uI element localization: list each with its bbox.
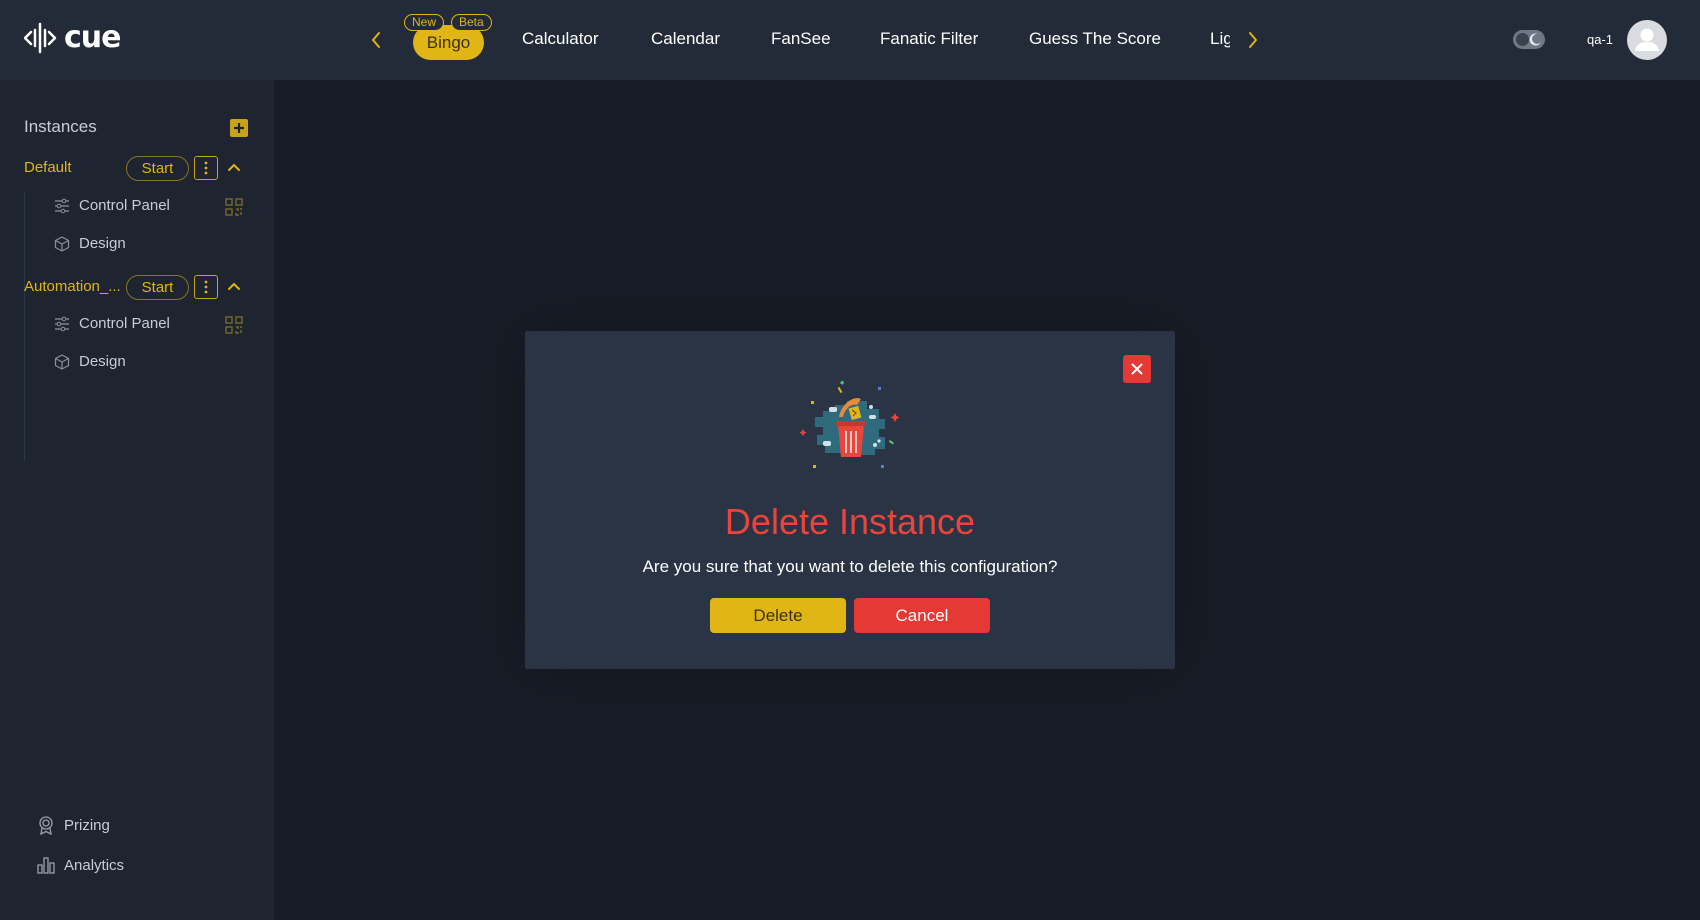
delete-dialog: Delete Instance Are you sure that you wa… (525, 331, 1175, 669)
trash-illustration (799, 380, 900, 468)
close-icon (1131, 363, 1143, 375)
cancel-button[interactable]: Cancel (854, 598, 990, 633)
delete-button[interactable]: Delete (710, 598, 846, 633)
modal-overlay: Delete Instance Are you sure that you wa… (0, 0, 1700, 920)
dialog-message: Are you sure that you want to delete thi… (642, 557, 1058, 576)
close-button[interactable] (1123, 355, 1151, 383)
dialog-title: Delete Instance (724, 501, 976, 542)
